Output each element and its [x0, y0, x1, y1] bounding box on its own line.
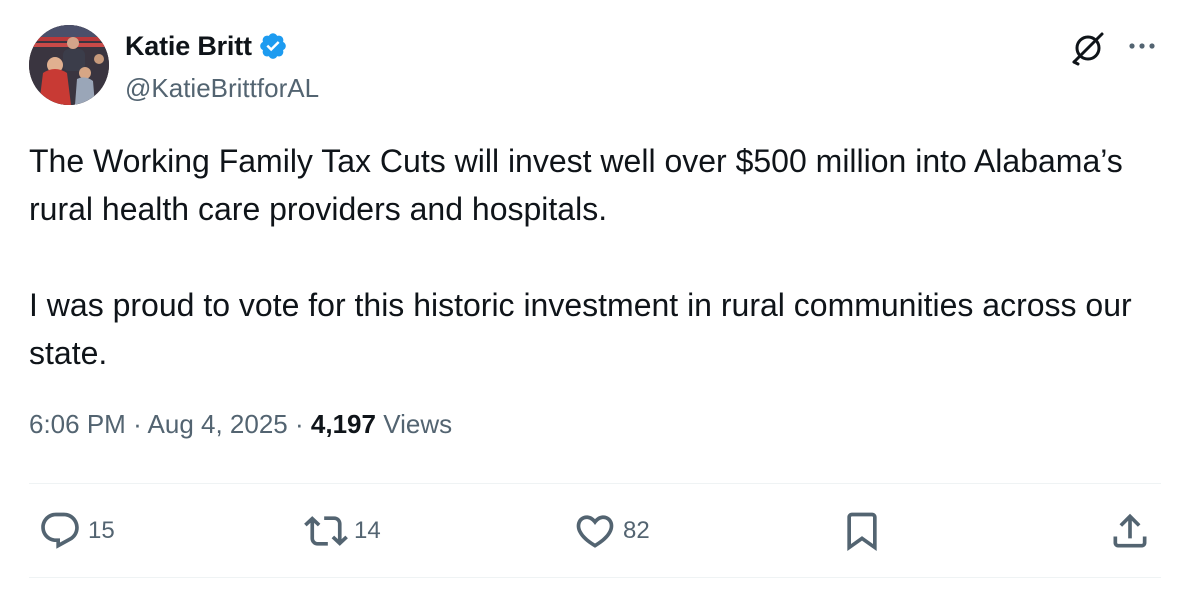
more-icon[interactable]: [1124, 28, 1160, 64]
avatar[interactable]: [29, 25, 109, 105]
grok-icon[interactable]: [1068, 28, 1108, 68]
divider: [29, 483, 1161, 484]
author-name-row[interactable]: Katie Britt: [125, 30, 288, 62]
meta-separator: ·: [133, 409, 142, 439]
views-count: 4,197: [310, 409, 376, 439]
bookmark-button[interactable]: [840, 508, 884, 554]
avatar-image: [29, 25, 109, 105]
author-handle[interactable]: @KatieBrittforAL: [125, 73, 319, 104]
like-count: 82: [623, 517, 650, 544]
tweet-paragraph-2: I was proud to vote for this historic in…: [29, 287, 1132, 371]
tweet-time[interactable]: 6:06 PM: [29, 409, 126, 439]
tweet-paragraph-1: The Working Family Tax Cuts will invest …: [29, 143, 1123, 227]
reply-button[interactable]: 15: [38, 508, 115, 554]
heart-icon: [576, 515, 614, 548]
divider: [29, 577, 1161, 578]
retweet-count: 14: [354, 517, 381, 544]
like-button[interactable]: 82: [573, 508, 650, 554]
reply-icon: [41, 512, 79, 549]
verified-badge-icon[interactable]: [258, 31, 288, 61]
share-button[interactable]: [1108, 508, 1152, 554]
tweet-text: The Working Family Tax Cuts will invest …: [29, 137, 1149, 377]
tweet-meta: 6:06 PM · Aug 4, 2025 · 4,197 Views: [29, 409, 452, 440]
share-icon: [1113, 513, 1147, 548]
retweet-button[interactable]: 14: [304, 508, 381, 554]
views-label: Views: [383, 409, 453, 439]
meta-separator: ·: [295, 409, 304, 439]
retweet-icon: [304, 516, 348, 546]
display-name[interactable]: Katie Britt: [125, 31, 252, 62]
bookmark-icon: [847, 512, 877, 552]
tweet-date[interactable]: Aug 4, 2025: [148, 409, 288, 439]
reply-count: 15: [88, 517, 115, 544]
